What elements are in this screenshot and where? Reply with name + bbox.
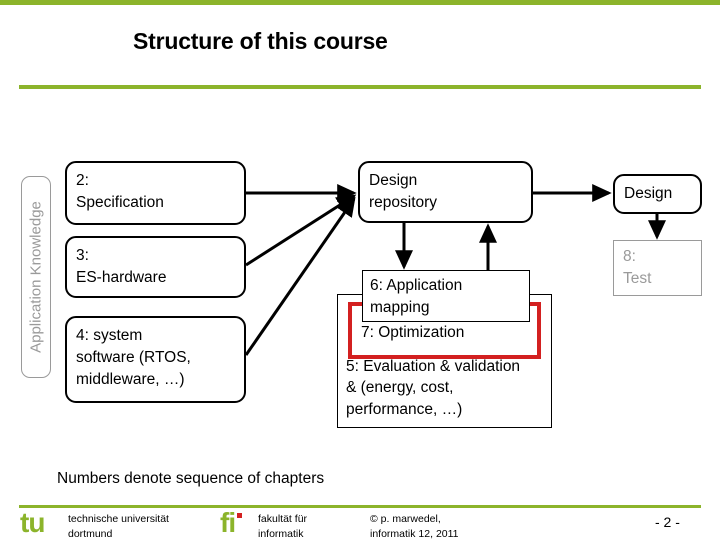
box-design-repository[interactable]: Design repository	[358, 161, 533, 223]
box-evaluation-line2: & (energy, cost,	[346, 379, 454, 397]
box-application-mapping-line1: 6: Application	[370, 277, 463, 294]
tu-dortmund-name-line1: technische universität	[68, 513, 169, 525]
box-test-line2: Test	[623, 270, 652, 287]
page-number: - 2 -	[655, 514, 680, 530]
page-title: Structure of this course	[133, 28, 388, 54]
top-accent-bar	[0, 0, 720, 5]
box-specification-line1: 2:	[76, 172, 89, 189]
box-design-repository-line2: repository	[369, 194, 438, 211]
copyright-line1: © p. marwedel,	[370, 513, 441, 525]
box-test-line1: 8:	[623, 248, 636, 265]
application-knowledge-label-box: Application Knowledge	[21, 176, 51, 378]
box-es-hardware-line2: ES-hardware	[76, 269, 167, 286]
application-knowledge-label: Application Knowledge	[27, 201, 45, 353]
copyright-notice: © p. marwedel, informatik 12, 2011	[370, 512, 459, 542]
box-application-mapping[interactable]: 6: Application mapping	[362, 270, 530, 322]
tu-dortmund-name: technische universität dortmund	[68, 512, 169, 542]
fakultaet-informatik-name: fakultät für informatik	[258, 512, 307, 542]
box-system-software-line2: software (RTOS,	[76, 349, 191, 366]
box-design-repository-line1: Design	[369, 172, 418, 189]
box-evaluation-line1: 5: Evaluation & validation	[346, 358, 521, 375]
footer-divider	[19, 505, 701, 508]
box-system-software-line1: 4: system	[76, 327, 143, 344]
box-es-hardware-line1: 3:	[76, 247, 89, 264]
box-es-hardware[interactable]: 3: ES-hardware	[65, 236, 246, 298]
box-design-label: Design	[624, 185, 673, 202]
caption-text: Numbers denote sequence of chapters	[57, 470, 325, 487]
fakultaet-informatik-logo-text: fi	[220, 507, 236, 538]
box-optimization-label: 7: Optimization	[361, 324, 465, 341]
box-specification-line2: Specification	[76, 194, 164, 211]
box-system-software-line3: middleware, …)	[76, 371, 185, 388]
fakultaet-informatik-logo-dot	[237, 513, 242, 518]
fakultaet-informatik-name-line1: fakultät für	[258, 513, 308, 525]
title-divider	[19, 85, 701, 89]
tu-dortmund-logo: tu	[20, 507, 45, 538]
box-design[interactable]: Design	[613, 174, 702, 214]
box-application-mapping-line2: mapping	[370, 299, 430, 316]
box-test[interactable]: 8: Test	[613, 240, 702, 296]
box-evaluation-line3: performance, …)	[346, 400, 463, 418]
box-system-software[interactable]: 4: system software (RTOS, middleware, …)	[65, 316, 246, 403]
fakultaet-informatik-logo: fi	[220, 507, 254, 538]
box-specification[interactable]: 2: Specification	[65, 161, 246, 225]
